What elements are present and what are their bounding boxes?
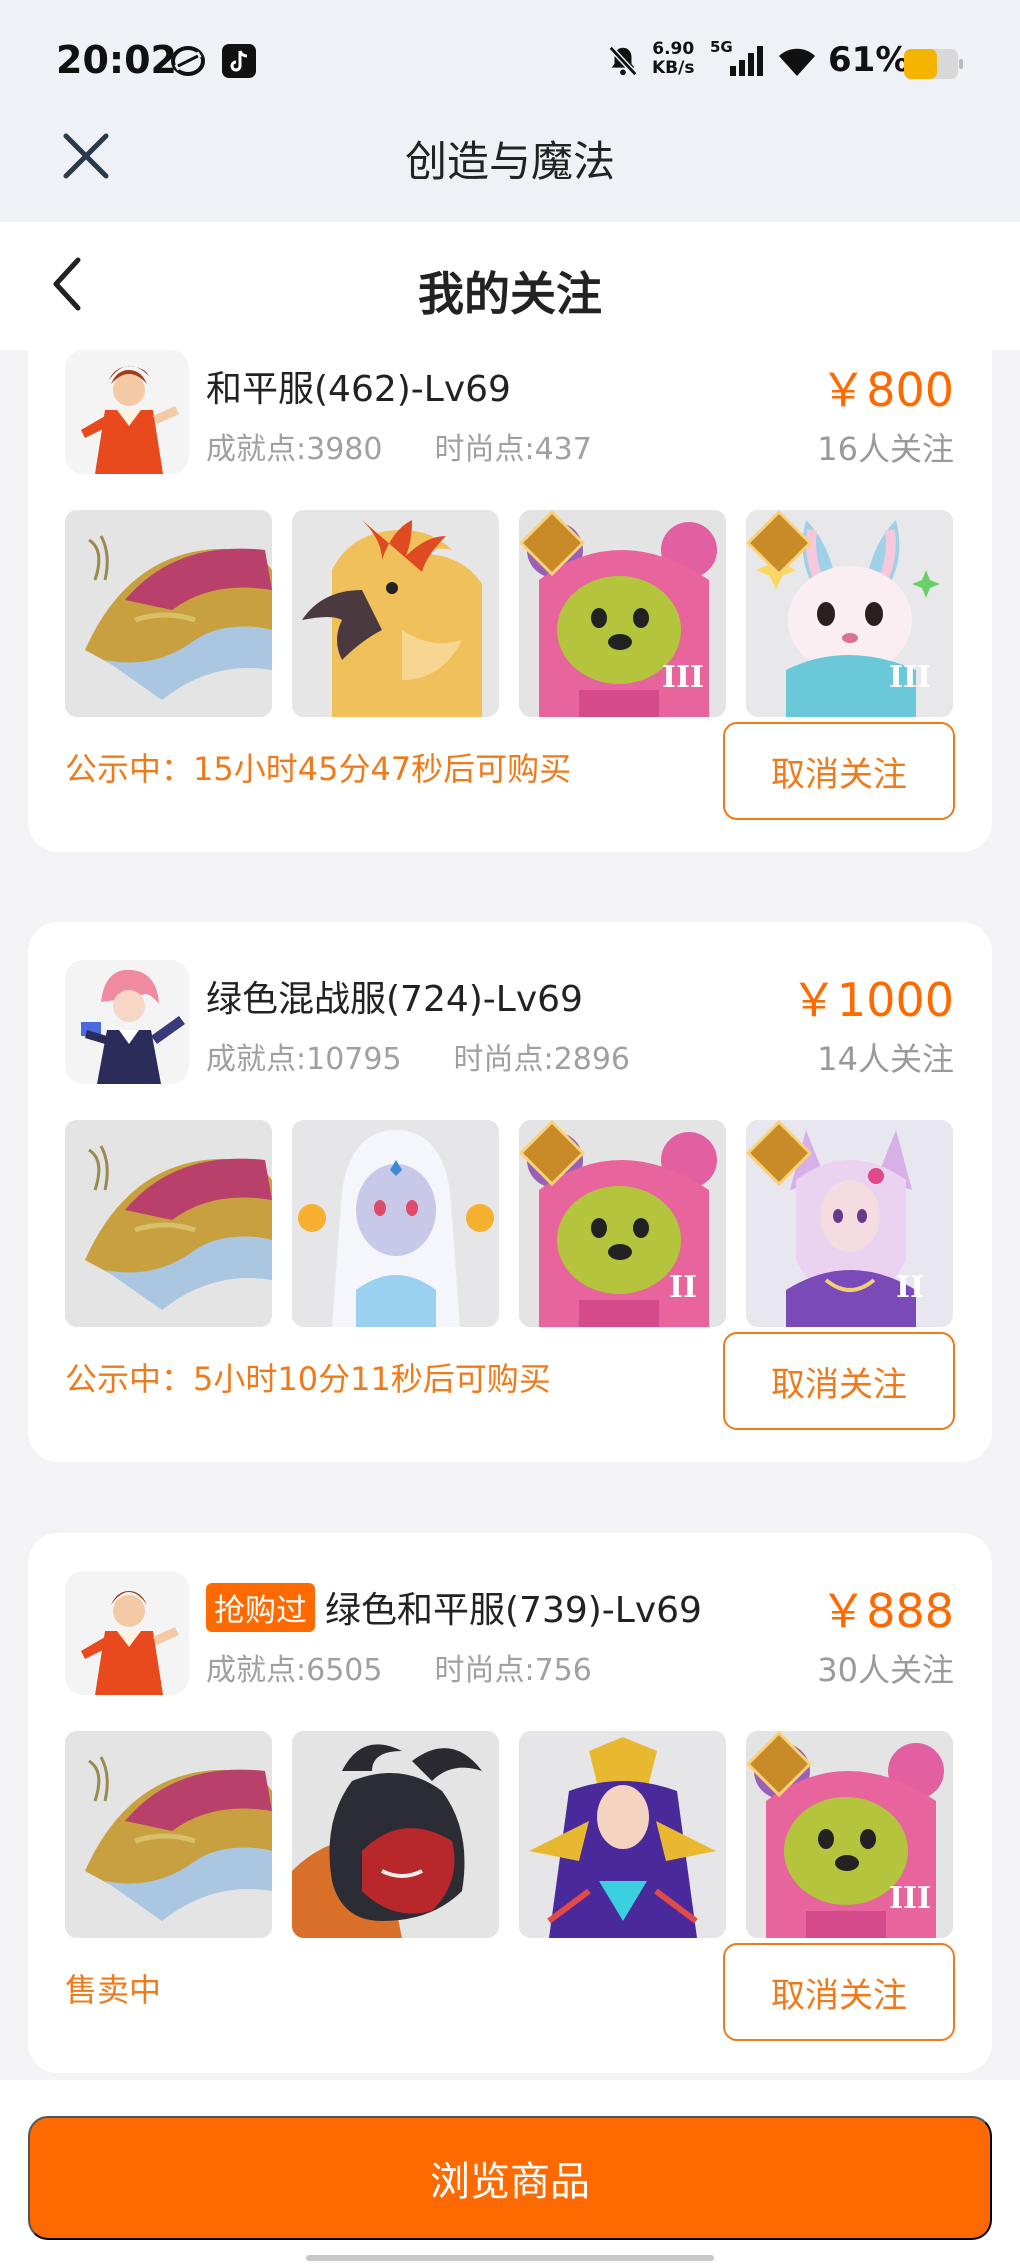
follower-count: 16人关注	[817, 430, 954, 468]
wifi-icon	[779, 48, 815, 76]
tier-label: III	[888, 660, 932, 695]
unfollow-button[interactable]: 取消关注	[723, 1332, 955, 1430]
listing-card[interactable]: 和平服(462)-Lv69 成就点:3980 时尚点:437 ￥800 16人关注	[28, 350, 992, 852]
home-indicator[interactable]	[306, 2255, 714, 2261]
sale-status: 售卖中	[65, 1971, 162, 2009]
achievement-points: 成就点:6505	[206, 1653, 383, 1688]
character-avatar	[65, 960, 189, 1084]
fashion-points: 时尚点:756	[434, 1653, 592, 1688]
listing-stats: 成就点:10795 时尚点:2896	[206, 1034, 630, 1078]
listing-card[interactable]: 抢购过 绿色和平服(739)-Lv69 成就点:6505 时尚点:756 ￥888…	[28, 1533, 992, 2073]
sale-status: 公示中：5小时10分11秒后可购买	[65, 1360, 551, 1398]
tier-label: II	[668, 1270, 698, 1305]
fashion-points: 时尚点:437	[434, 432, 592, 467]
status-bar: 20:02 6.90 KB/s 5G 61%	[0, 0, 1020, 118]
golden-goddess-thumbnail[interactable]	[519, 1731, 726, 1938]
listing-price: ￥800	[820, 363, 954, 417]
character-avatar	[65, 1571, 189, 1695]
tier-label: II	[895, 1270, 925, 1305]
tier-badge-icon	[519, 1120, 585, 1186]
flash-sale-badge: 抢购过	[206, 1582, 315, 1632]
fashion-points: 时尚点:2896	[453, 1042, 631, 1077]
achievement-points: 成就点:10795	[206, 1042, 402, 1077]
tier-label: III	[661, 660, 705, 695]
golden-phoenix-thumbnail[interactable]	[292, 510, 499, 717]
tiktok-icon	[222, 44, 256, 78]
pink-bear-mount-thumbnail[interactable]: II	[519, 1120, 726, 1327]
unfollow-button[interactable]: 取消关注	[723, 1943, 955, 2041]
item-thumbnails: III	[65, 1731, 953, 1938]
battery-icon	[904, 49, 963, 79]
signal-icon	[730, 46, 763, 76]
follower-count: 14人关注	[817, 1040, 954, 1078]
tier-label: III	[888, 1881, 932, 1916]
dragon-mount-thumbnail[interactable]	[65, 1120, 272, 1327]
pink-bear-mount-thumbnail[interactable]: III	[746, 1731, 953, 1938]
loop-icon	[171, 46, 205, 76]
listing-stats: 成就点:6505 时尚点:756	[206, 1645, 592, 1689]
listing-price: ￥1000	[790, 973, 954, 1027]
page-header: 我的关注	[0, 222, 1020, 350]
pink-bear-mount-thumbnail[interactable]: III	[519, 510, 726, 717]
app-title: 创造与魔法	[404, 137, 615, 186]
battery-percent: 61%	[828, 40, 910, 80]
listing-price: ￥888	[820, 1584, 954, 1638]
sale-status: 公示中：15小时45分47秒后可购买	[65, 750, 572, 788]
browse-products-button[interactable]: 浏览商品	[28, 2116, 992, 2240]
fox-fairy-thumbnail[interactable]: II	[746, 1120, 953, 1327]
app-bar: 创造与魔法	[0, 118, 1020, 222]
achievement-points: 成就点:3980	[206, 432, 383, 467]
listing-title-row: 和平服(462)-Lv69	[206, 360, 511, 412]
item-thumbnails: III III	[65, 510, 953, 717]
listing-name: 和平服(462)-Lv69	[206, 369, 511, 410]
ice-spirit-thumbnail[interactable]	[292, 1120, 499, 1327]
net-speed: 6.90 KB/s	[652, 39, 695, 78]
bottom-bar: 浏览商品	[0, 2080, 1020, 2267]
tier-badge-icon	[746, 1731, 812, 1797]
black-ram-beast-thumbnail[interactable]	[292, 1731, 499, 1938]
unfollow-button[interactable]: 取消关注	[723, 722, 955, 820]
status-time: 20:02	[56, 38, 177, 82]
follower-count: 30人关注	[817, 1651, 954, 1689]
item-thumbnails: II II	[65, 1120, 953, 1327]
tier-badge-icon	[519, 510, 585, 576]
tier-badge-icon	[746, 510, 812, 576]
listing-name: 绿色混战服(724)-Lv69	[206, 979, 583, 1020]
character-avatar	[65, 350, 189, 474]
watchlist[interactable]: 和平服(462)-Lv69 成就点:3980 时尚点:437 ￥800 16人关注	[0, 350, 1020, 2080]
page-title: 我的关注	[418, 267, 602, 321]
listing-name: 绿色和平服(739)-Lv69	[325, 1590, 702, 1631]
listing-title-row: 绿色混战服(724)-Lv69	[206, 970, 583, 1022]
listing-card[interactable]: 绿色混战服(724)-Lv69 成就点:10795 时尚点:2896 ￥1000 …	[28, 922, 992, 1462]
listing-stats: 成就点:3980 时尚点:437	[206, 424, 592, 468]
white-rabbit-thumbnail[interactable]: III	[746, 510, 953, 717]
dragon-mount-thumbnail[interactable]	[65, 510, 272, 717]
mute-bell-icon	[608, 45, 638, 77]
dragon-mount-thumbnail[interactable]	[65, 1731, 272, 1938]
tier-badge-icon	[746, 1120, 812, 1186]
listing-title-row: 抢购过 绿色和平服(739)-Lv69	[206, 1581, 702, 1633]
